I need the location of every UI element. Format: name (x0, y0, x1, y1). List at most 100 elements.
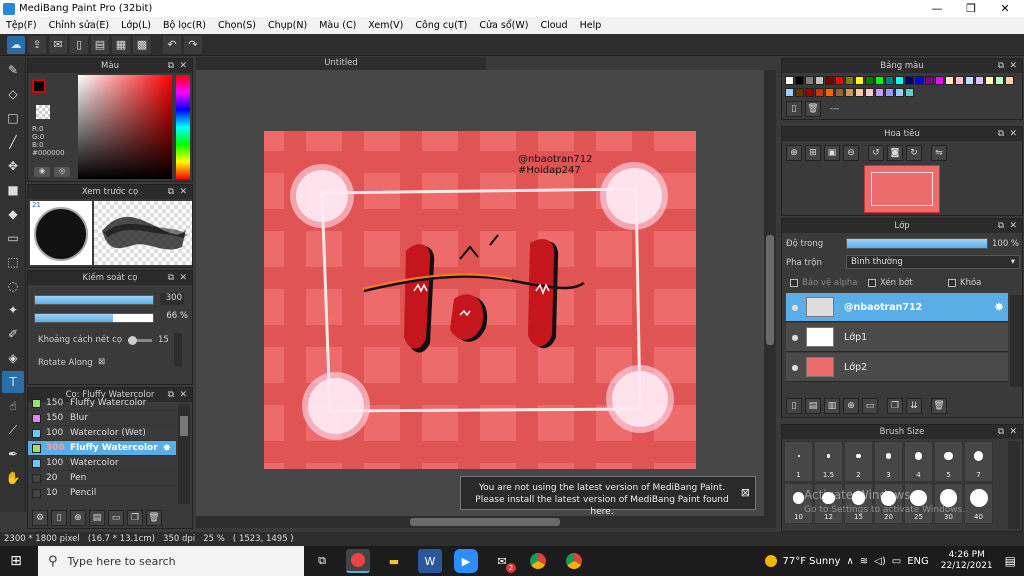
brush-size-option[interactable]: 3 (874, 441, 903, 482)
palette-swatch[interactable] (955, 76, 964, 85)
brush-size-option[interactable]: 30 (934, 483, 963, 524)
palette-swatch[interactable] (845, 76, 854, 85)
size-slider[interactable] (34, 295, 154, 305)
brush-list-item[interactable]: 150 Fluffy Watercolor (28, 396, 176, 411)
select-pen-tool-icon[interactable]: ✐ (2, 323, 24, 345)
brush-size-option[interactable]: 4 (904, 441, 933, 482)
layout-icon[interactable]: ▦ (112, 35, 130, 54)
palette-swatch[interactable] (865, 76, 874, 85)
brush-size-option[interactable]: 5 (934, 441, 963, 482)
visibility-icon[interactable]: ● (786, 303, 804, 312)
add-brush-icon[interactable]: ⊕ (70, 510, 86, 526)
eraser-tool-icon[interactable]: ◇ (2, 83, 24, 105)
network-icon[interactable]: ≋ (860, 556, 868, 567)
file-explorer-icon[interactable]: ▬ (382, 549, 406, 573)
palette-swatch[interactable] (805, 76, 814, 85)
palette-swatch[interactable] (925, 76, 934, 85)
palette-swatch[interactable] (835, 87, 844, 97)
palette-swatch[interactable] (855, 76, 864, 85)
clock[interactable]: 4:26 PM 22/12/2021 (941, 550, 993, 572)
redo-icon[interactable]: ↷ (184, 35, 202, 54)
notifications-icon[interactable]: ▤ (1005, 554, 1016, 568)
visibility-icon[interactable]: ● (786, 363, 804, 372)
fill-rect-tool-icon[interactable]: ■ (2, 179, 24, 201)
palette-swatch[interactable] (855, 87, 864, 97)
palette-swatch[interactable] (885, 87, 894, 97)
windows-start-icon[interactable]: ⊞ (4, 549, 28, 573)
reset-view-icon[interactable]: ◙ (887, 145, 903, 161)
vertical-scrollbar[interactable] (764, 70, 776, 516)
rotate-right-icon[interactable]: ↻ (906, 145, 922, 161)
menu-tools[interactable]: Công cụ(T) (409, 20, 473, 31)
mail-icon[interactable]: ✉ 2 (490, 549, 516, 573)
panel-close-icon[interactable]: ✕ (1009, 127, 1017, 141)
weather-text[interactable]: 77°F Sunny (783, 556, 841, 567)
brush-list-item[interactable]: 150 Blur (28, 411, 176, 426)
brush-gear-icon[interactable]: ✸ (163, 443, 171, 454)
document-icon[interactable]: ▤ (91, 35, 109, 54)
visibility-icon[interactable]: ● (786, 333, 804, 342)
add-layer-dropdown-icon[interactable]: ⊕ (843, 398, 859, 414)
zoom-actual-icon[interactable]: ▣ (824, 145, 840, 161)
brush-size-option[interactable]: 7 (964, 441, 993, 482)
new-halftone-layer-icon[interactable]: ▤ (805, 398, 821, 414)
magic-wand-tool-icon[interactable]: ✦ (2, 299, 24, 321)
new-brush-icon[interactable]: ▯ (51, 510, 67, 526)
palette-swatch[interactable] (895, 76, 904, 85)
hand-tool-icon[interactable]: ✋ (2, 467, 24, 489)
share-icon[interactable]: ⇪ (28, 35, 46, 54)
dropper-tool-icon[interactable]: ⟋ (2, 419, 24, 441)
spacing-slider[interactable] (128, 336, 152, 345)
hue-slider[interactable] (176, 75, 190, 179)
language-indicator[interactable]: ENG (907, 556, 929, 567)
menu-color[interactable]: Màu (C) (313, 20, 362, 31)
panel-close-icon[interactable]: ✕ (179, 271, 187, 285)
volume-icon[interactable]: ◁) (874, 556, 886, 567)
palette-swatch[interactable] (975, 76, 984, 85)
spacing-value[interactable]: 15 (158, 335, 169, 345)
taskbar-search-box[interactable]: ⚲ Type here to search (38, 546, 304, 576)
panel-close-icon[interactable]: ✕ (1009, 219, 1017, 233)
opacity-value[interactable]: 66 % (160, 311, 188, 323)
palette-swatch[interactable] (785, 76, 794, 85)
comment-icon[interactable]: ✉ (49, 35, 67, 54)
palette-swatch[interactable] (805, 87, 814, 97)
palette-swatch[interactable] (895, 87, 904, 97)
delete-layer-icon[interactable]: 🗑 (931, 398, 947, 414)
zoom-icon[interactable]: ▶ (454, 549, 478, 573)
brush-size-option[interactable]: 2 (844, 441, 873, 482)
menu-cloud[interactable]: Cloud (534, 20, 573, 31)
word-icon[interactable]: W (418, 549, 442, 573)
chevron-up-icon[interactable]: ∧ (846, 556, 853, 567)
panel-close-icon[interactable]: ✕ (1009, 59, 1017, 73)
lasso-tool-icon[interactable]: ◌ (2, 275, 24, 297)
artwork-canvas[interactable]: @nbaotran712 #Hoidap247 TẾT (264, 131, 696, 469)
rectangle-tool-icon[interactable]: □ (2, 107, 24, 129)
palette-swatch[interactable] (875, 76, 884, 85)
minimize-button[interactable]: — (920, 0, 954, 17)
select-tool-icon[interactable]: ⬚ (2, 251, 24, 273)
delete-palette-icon[interactable]: 🗑 (805, 101, 821, 117)
layer-row-nbaotran[interactable]: ● @nbaotran712 ✸ (786, 293, 1008, 322)
palette-swatch[interactable] (825, 76, 834, 85)
palette-swatch[interactable] (865, 87, 874, 97)
lock-checkbox[interactable] (948, 278, 956, 287)
text-layer-gear-icon[interactable]: ✸ (994, 300, 1004, 314)
battery-icon[interactable]: ▭ (892, 556, 901, 567)
update-notice[interactable]: You are not using the latest version of … (460, 476, 756, 517)
clipping-checkbox[interactable] (868, 278, 876, 287)
blend-mode-select[interactable]: Bình thường ▾ (846, 255, 1020, 269)
palette-swatch[interactable] (995, 76, 1004, 85)
text-tool-icon[interactable]: T (2, 371, 24, 393)
menu-snap[interactable]: Chụp(N) (262, 20, 313, 31)
control-scrollbar[interactable] (174, 333, 182, 367)
palette-swatch[interactable] (815, 76, 824, 85)
brush-list-item[interactable]: 20 Pen (28, 471, 176, 486)
gradient-tool-icon[interactable]: ▭ (2, 227, 24, 249)
detach-icon[interactable]: ⧉ (168, 271, 174, 285)
new-palette-icon[interactable]: ▯ (786, 101, 802, 117)
size-value[interactable]: 300 (160, 293, 184, 305)
chrome-icon[interactable] (526, 549, 550, 573)
zoom-fit-icon[interactable]: ⊞ (805, 145, 821, 161)
palette-swatch[interactable] (795, 76, 804, 85)
